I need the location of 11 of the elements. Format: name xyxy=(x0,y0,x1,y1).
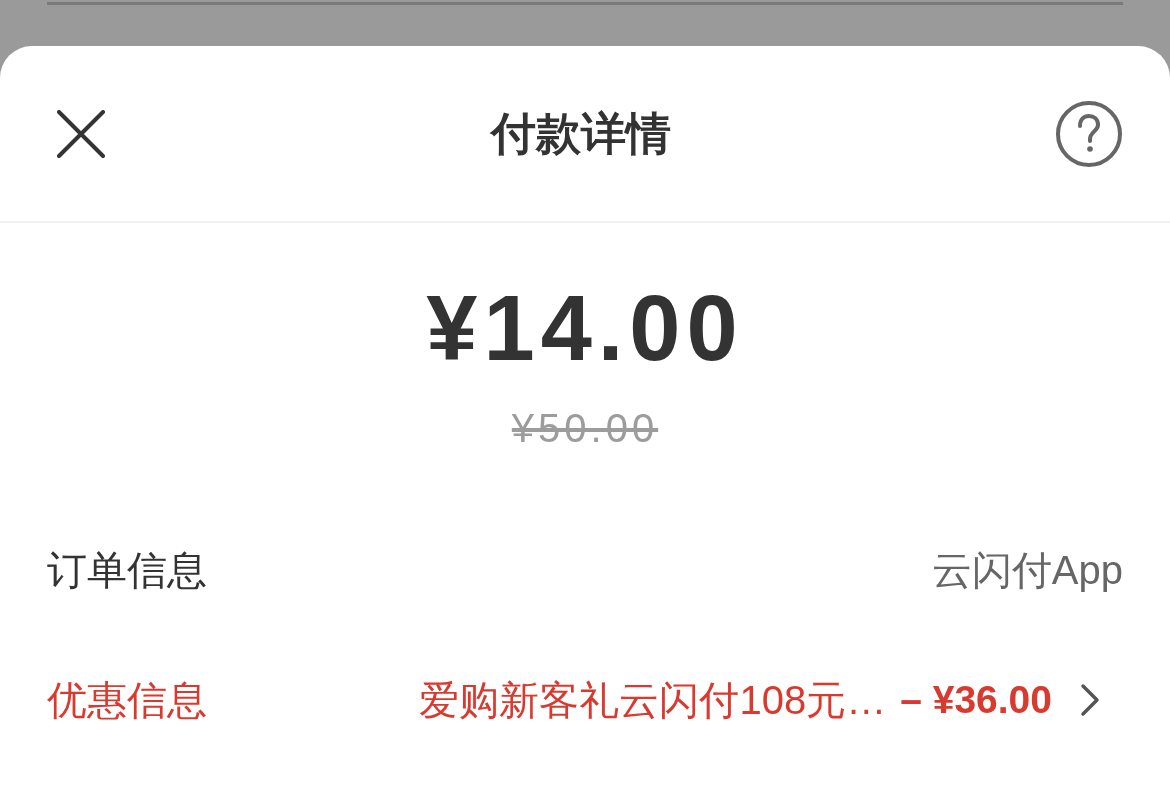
original-amount: ¥50.00 xyxy=(511,405,659,452)
row-label: 优惠信息 xyxy=(47,676,207,724)
help-icon[interactable] xyxy=(1056,100,1122,167)
row-value: 爱购新客礼云闪付108元… xyxy=(419,676,887,724)
payment-amount: ¥14.00 xyxy=(426,278,744,378)
sheet-title: 付款详情 xyxy=(490,106,671,161)
chevron-icon[interactable] xyxy=(1080,683,1100,717)
row-label: 订单信息 xyxy=(47,546,207,594)
row-value: 云闪付App xyxy=(931,546,1123,594)
close-icon[interactable] xyxy=(57,109,105,158)
discount-amount: – ¥36.00 xyxy=(900,678,1052,722)
